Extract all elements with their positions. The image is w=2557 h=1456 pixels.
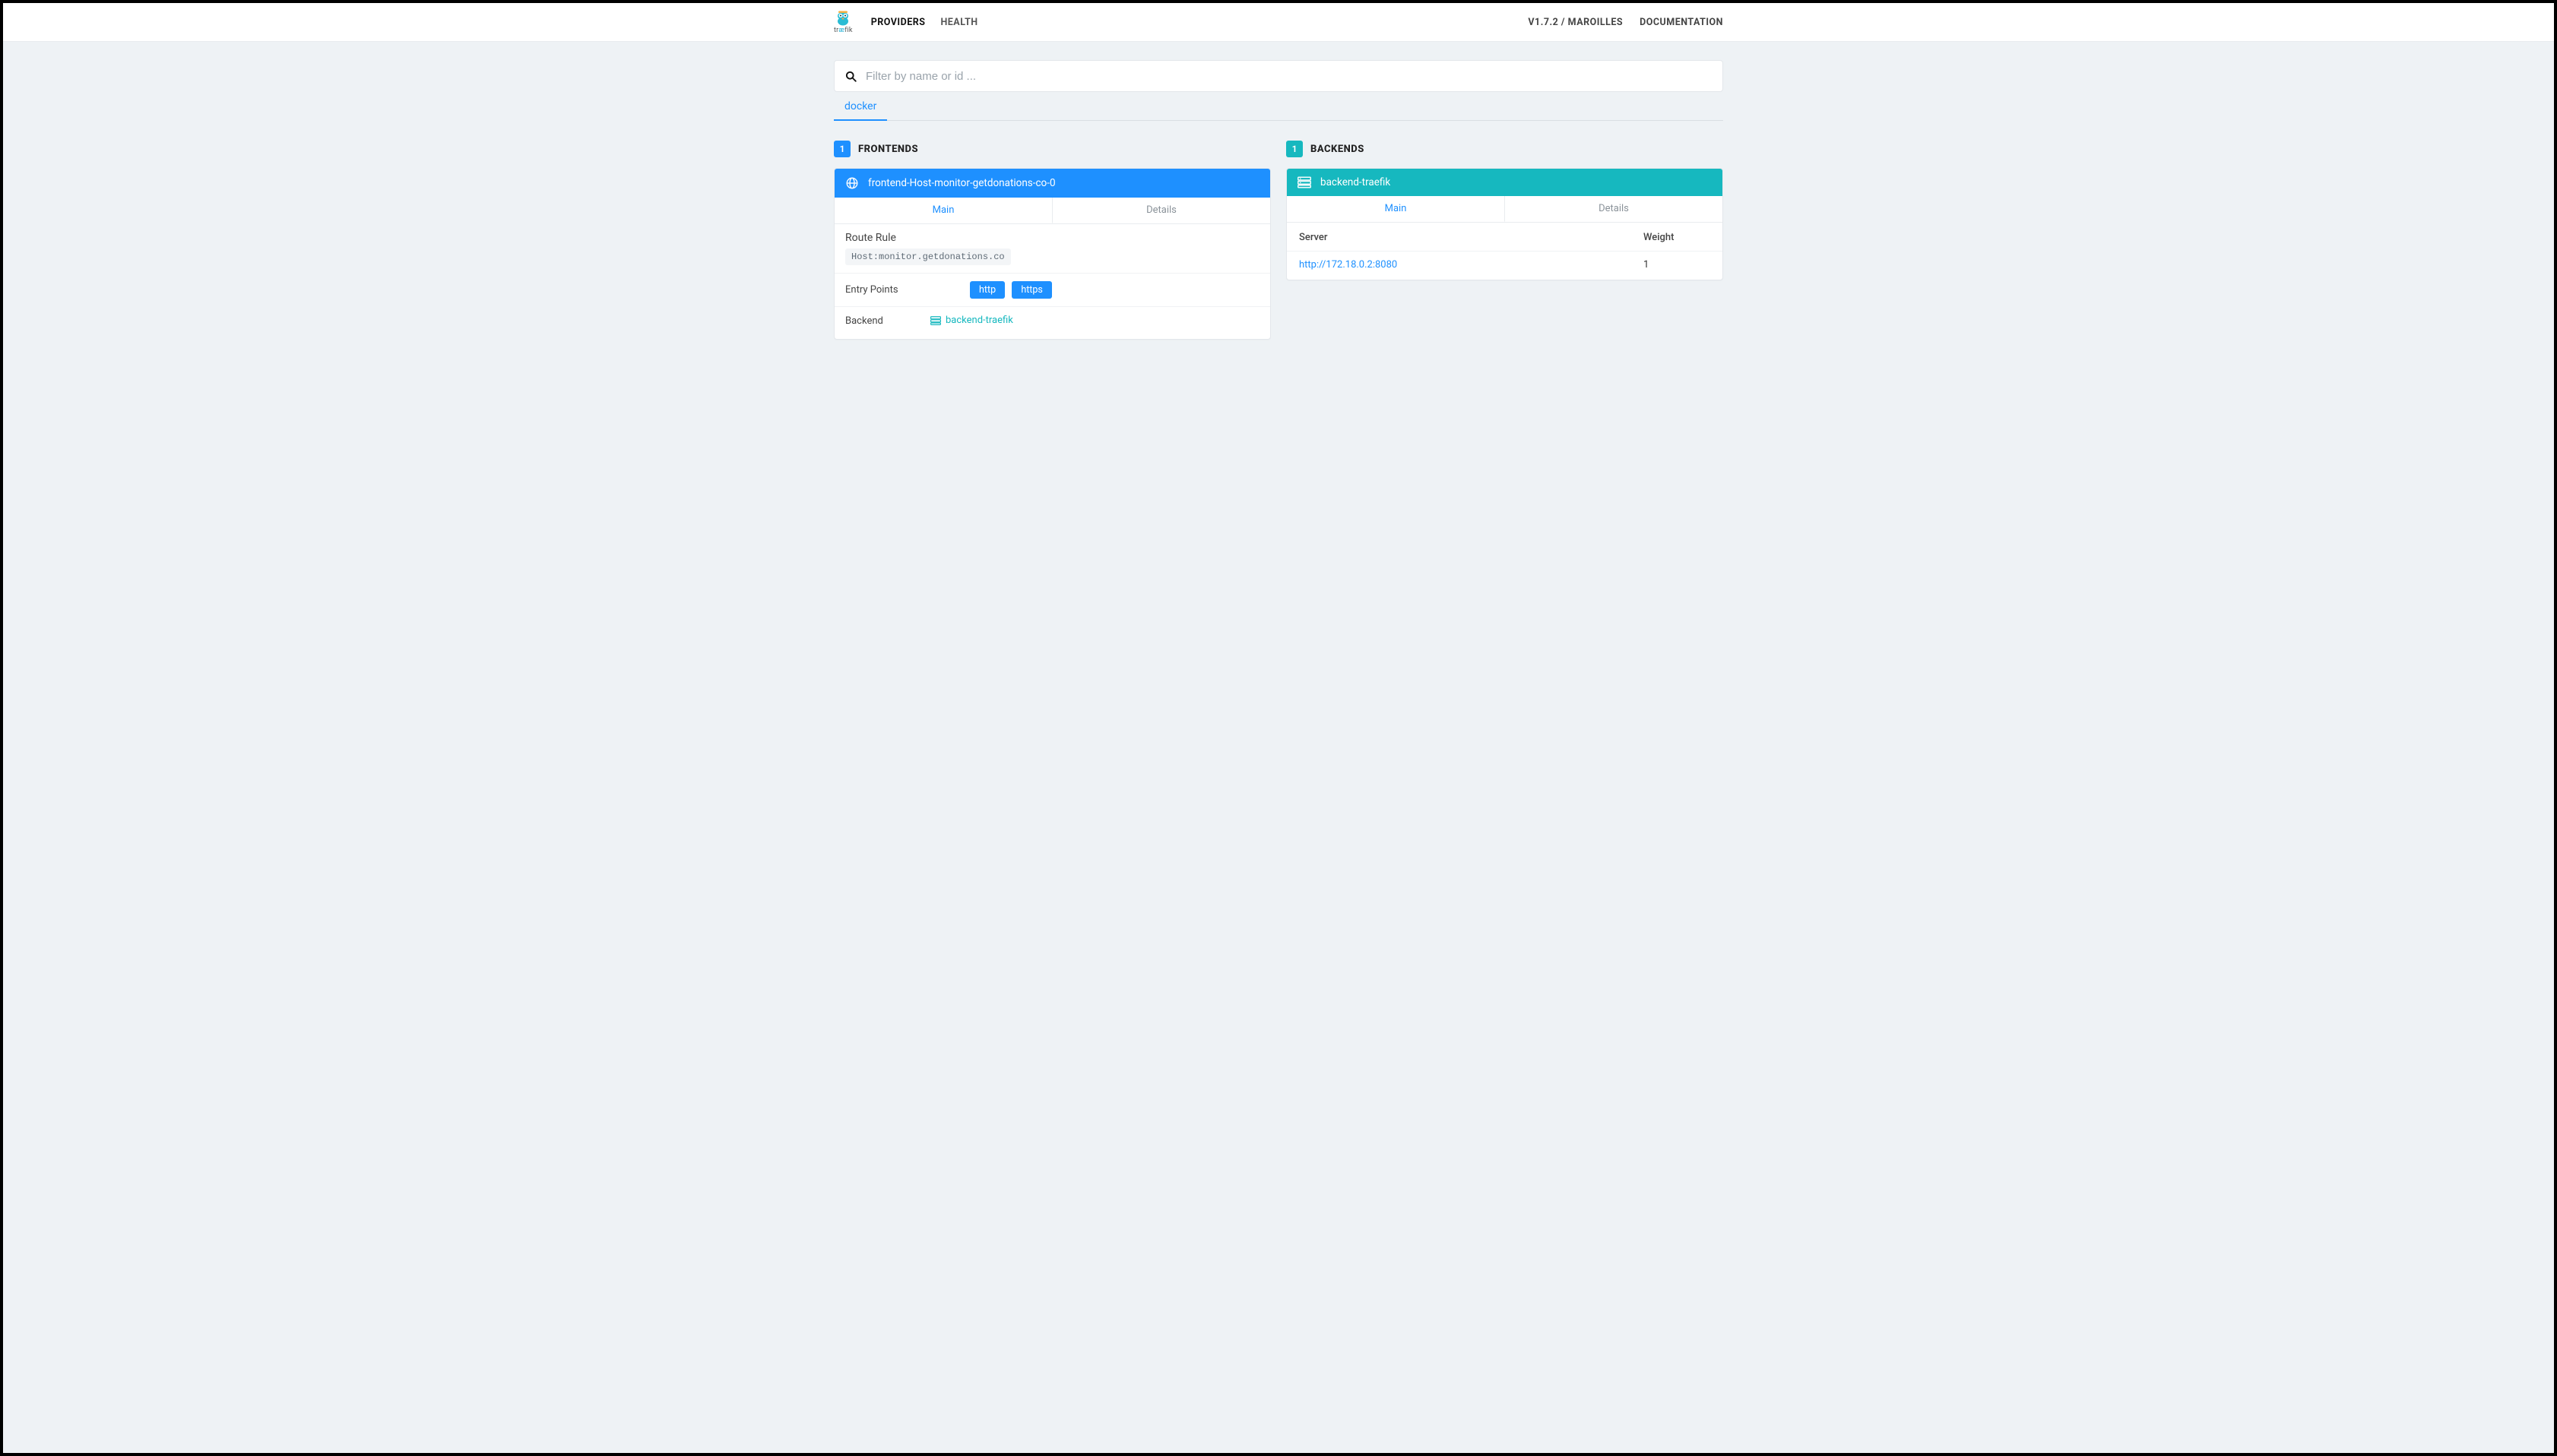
route-rule-label: Route Rule xyxy=(845,232,1259,244)
backend-card-name: backend-traefik xyxy=(1320,176,1390,188)
table-row: http://172.18.0.2:8080 1 xyxy=(1287,252,1722,280)
traefik-gopher-icon xyxy=(835,11,851,26)
frontend-card: frontend-Host-monitor-getdonations-co-0 … xyxy=(834,168,1271,340)
filter-bar xyxy=(834,60,1723,92)
filter-input[interactable] xyxy=(866,70,1712,83)
route-rule-value: Host:monitor.getdonations.co xyxy=(845,248,1011,265)
nav-left: Providers Health xyxy=(871,17,978,28)
search-icon xyxy=(845,71,857,82)
provider-tab-docker[interactable]: docker xyxy=(834,93,887,121)
brand-text: træfik xyxy=(834,27,853,34)
backend-card-tabs: Main Details xyxy=(1287,196,1722,223)
entry-point-http: http xyxy=(970,281,1005,299)
page-body: docker 1 Frontends xyxy=(3,42,2554,1453)
globe-icon xyxy=(845,176,859,190)
entry-points-label: Entry Points xyxy=(845,284,943,296)
frontends-count-badge: 1 xyxy=(834,141,851,157)
provider-tabs: docker xyxy=(834,92,1723,121)
nav-health[interactable]: Health xyxy=(940,17,977,28)
server-weight: 1 xyxy=(1631,252,1722,280)
backends-title: Backends xyxy=(1310,144,1364,155)
nav-right: v1.7.2 / maroilles Documentation xyxy=(1528,17,1723,28)
backend-link[interactable]: backend-traefik xyxy=(930,315,1013,326)
backends-count-badge: 1 xyxy=(1286,141,1303,157)
frontend-tab-details[interactable]: Details xyxy=(1052,198,1270,223)
frontend-card-tabs: Main Details xyxy=(835,198,1270,224)
backends-column: 1 Backends backend-trae xyxy=(1286,141,1723,340)
brand-logo[interactable]: træfik xyxy=(834,11,853,34)
backend-tab-main[interactable]: Main xyxy=(1287,196,1504,222)
col-server: Server xyxy=(1287,223,1631,252)
col-weight: Weight xyxy=(1631,223,1722,252)
backend-label: Backend xyxy=(845,315,903,327)
backend-link-text: backend-traefik xyxy=(946,315,1013,326)
entry-points-value: http https xyxy=(970,281,1259,299)
backend-card: backend-traefik Main Details Server Weig… xyxy=(1286,168,1723,280)
server-url-link[interactable]: http://172.18.0.2:8080 xyxy=(1299,259,1397,271)
nav-providers[interactable]: Providers xyxy=(871,17,926,28)
backend-servers-table: Server Weight http://172.18.0.2:8080 1 xyxy=(1287,223,1722,280)
frontend-card-name: frontend-Host-monitor-getdonations-co-0 xyxy=(868,177,1056,189)
nav-version[interactable]: v1.7.2 / maroilles xyxy=(1528,17,1623,28)
frontend-card-header: frontend-Host-monitor-getdonations-co-0 xyxy=(835,169,1270,198)
frontends-column: 1 Frontends frontend-Host-monitor-getdon… xyxy=(834,141,1271,340)
backend-card-header: backend-traefik xyxy=(1287,169,1722,196)
frontend-tab-main[interactable]: Main xyxy=(835,198,1052,223)
server-stack-icon xyxy=(1298,176,1311,188)
frontends-title: Frontends xyxy=(858,144,918,155)
backend-tab-details[interactable]: Details xyxy=(1504,196,1722,222)
entry-point-https: https xyxy=(1012,281,1052,299)
nav-documentation[interactable]: Documentation xyxy=(1640,17,1723,28)
server-icon xyxy=(930,316,941,325)
top-navbar: træfik Providers Health v1.7.2 / maroill… xyxy=(3,3,2554,42)
